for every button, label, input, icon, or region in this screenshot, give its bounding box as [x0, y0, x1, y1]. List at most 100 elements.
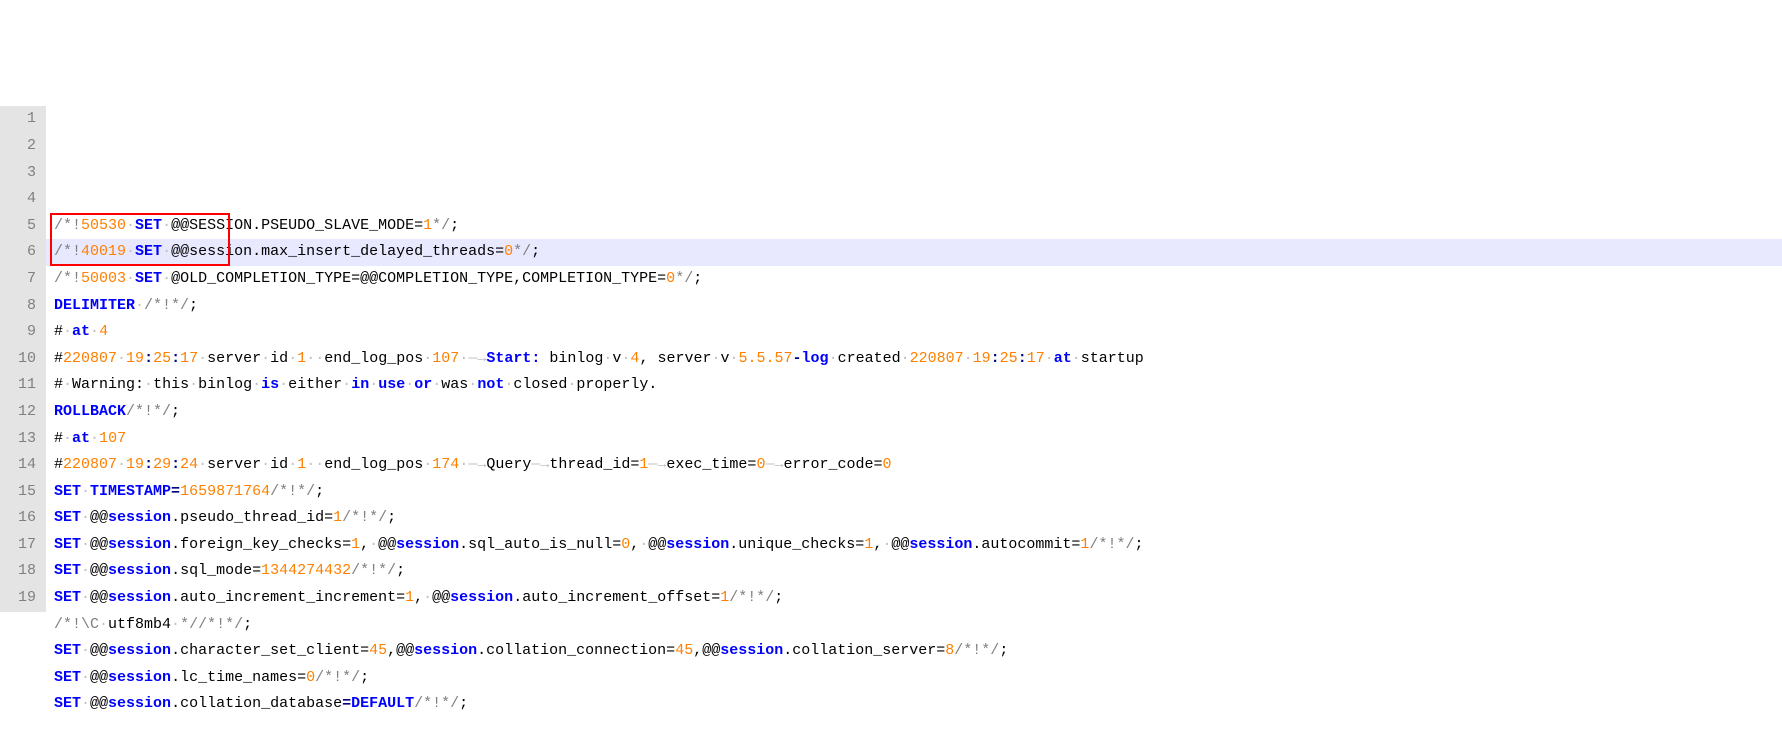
token: error_code= — [783, 456, 882, 473]
code-line[interactable]: ROLLBACK/*!*/; — [54, 399, 1782, 426]
token: 1 — [864, 536, 873, 553]
line-number: 14 — [6, 452, 36, 479]
code-line[interactable]: #220807·19:29:24·server·id·1··end_log_po… — [54, 452, 1782, 479]
code-line[interactable]: SET·@@session.pseudo_thread_id=1/*!*/; — [54, 505, 1782, 532]
token: · — [306, 456, 315, 473]
token: DELIMITER — [54, 297, 135, 314]
token: ; — [774, 589, 783, 606]
token: · — [288, 456, 297, 473]
token: · — [63, 430, 72, 447]
code-line[interactable]: /*!\C·utf8mb4·*//*!*/; — [54, 612, 1782, 639]
code-area[interactable]: /*!50530·SET·@@SESSION.PSEUDO_SLAVE_MODE… — [46, 106, 1782, 612]
code-line[interactable]: SET·@@session.sql_mode=1344274432/*!*/; — [54, 558, 1782, 585]
line-number: 12 — [6, 399, 36, 426]
token: end_log_pos — [324, 456, 423, 473]
line-number: 19 — [6, 585, 36, 612]
token: end_log_pos — [324, 350, 423, 367]
token: session — [108, 562, 171, 579]
line-number: 16 — [6, 505, 36, 532]
token: · — [829, 350, 838, 367]
token: /*!*/ — [954, 642, 999, 659]
token: session — [108, 589, 171, 606]
token: @@ — [432, 589, 450, 606]
token: · — [81, 562, 90, 579]
token: ; — [387, 509, 396, 526]
token: created — [838, 350, 901, 367]
token: SET — [54, 562, 81, 579]
token: # — [54, 376, 63, 393]
code-line[interactable]: /*!50530·SET·@@SESSION.PSEUDO_SLAVE_MODE… — [54, 213, 1782, 240]
token: · — [117, 350, 126, 367]
token: exec_time= — [666, 456, 756, 473]
token: · — [279, 376, 288, 393]
token: : — [144, 456, 153, 473]
token: @@ — [891, 536, 909, 553]
token: ; — [1134, 536, 1143, 553]
token: · — [423, 589, 432, 606]
code-line[interactable]: SET·@@session.character_set_client=45,@@… — [54, 638, 1782, 665]
code-line[interactable]: #·Warning:·this·binlog·is·either·in·use·… — [54, 372, 1782, 399]
line-number: 10 — [6, 346, 36, 373]
token: thread_id= — [549, 456, 639, 473]
token: server — [207, 456, 261, 473]
code-line[interactable]: SET·@@session.lc_time_names=0/*!*/; — [54, 665, 1782, 692]
token: properly. — [576, 376, 657, 393]
code-line[interactable]: /*!40019·SET·@@session.max_insert_delaye… — [54, 239, 1782, 266]
token: 1 — [423, 217, 432, 234]
token: 1 — [297, 350, 306, 367]
code-line[interactable]: DELIMITER·/*!*/; — [54, 293, 1782, 320]
token: /*!*/ — [144, 297, 189, 314]
token: server — [207, 350, 261, 367]
code-line[interactable]: SET·TIMESTAMP=1659871764/*!*/; — [54, 479, 1782, 506]
token: · — [90, 430, 99, 447]
code-line[interactable]: #·at·107 — [54, 426, 1782, 453]
token: 1 — [297, 456, 306, 473]
code-line[interactable]: SET·@@session.auto_increment_increment=1… — [54, 585, 1782, 612]
token: 5.5.57 — [739, 350, 793, 367]
token: - — [793, 350, 802, 367]
line-number: 2 — [6, 133, 36, 160]
token: · — [144, 376, 153, 393]
code-line[interactable]: /*!50003·SET·@OLD_COMPLETION_TYPE=@@COMP… — [54, 266, 1782, 293]
token: id — [270, 350, 288, 367]
token: /*!\C — [54, 616, 99, 633]
code-editor[interactable]: 12345678910111213141516171819 /*!50530·S… — [0, 106, 1782, 612]
token: SET — [54, 509, 81, 526]
code-line[interactable]: #220807·19:25:17·server·id·1··end_log_po… — [54, 346, 1782, 373]
token: .unique_checks= — [729, 536, 864, 553]
token: · — [730, 350, 739, 367]
code-line[interactable]: #·at·4 — [54, 319, 1782, 346]
token: this — [153, 376, 189, 393]
token: SET — [54, 695, 81, 712]
token: .lc_time_names= — [171, 669, 306, 686]
token: 17 — [180, 350, 198, 367]
token: · — [369, 376, 378, 393]
token: 24 — [180, 456, 198, 473]
token: 1 — [351, 536, 360, 553]
token: , — [414, 589, 423, 606]
token: SET — [135, 270, 162, 287]
token: utf8mb4 — [108, 616, 171, 633]
token: ; — [171, 403, 180, 420]
token: /*!*/ — [1089, 536, 1134, 553]
token: 1 — [405, 589, 414, 606]
token: 1 — [720, 589, 729, 606]
token: · — [964, 350, 973, 367]
token: */ — [180, 616, 198, 633]
token: · — [315, 350, 324, 367]
token: 8 — [945, 642, 954, 659]
token: ,@@ — [693, 642, 720, 659]
token: .sql_auto_is_null= — [459, 536, 621, 553]
token: /*!*/ — [270, 483, 315, 500]
token: SET — [135, 243, 162, 260]
code-line[interactable]: SET·@@session.foreign_key_checks=1,·@@se… — [54, 532, 1782, 559]
line-number: 9 — [6, 319, 36, 346]
token: 25 — [153, 350, 171, 367]
token: session — [414, 642, 477, 659]
token: is — [261, 376, 279, 393]
token: /*! — [54, 217, 81, 234]
line-number: 15 — [6, 479, 36, 506]
token: · — [81, 509, 90, 526]
code-line[interactable]: SET·@@session.collation_database=DEFAULT… — [54, 691, 1782, 718]
token: · — [189, 376, 198, 393]
